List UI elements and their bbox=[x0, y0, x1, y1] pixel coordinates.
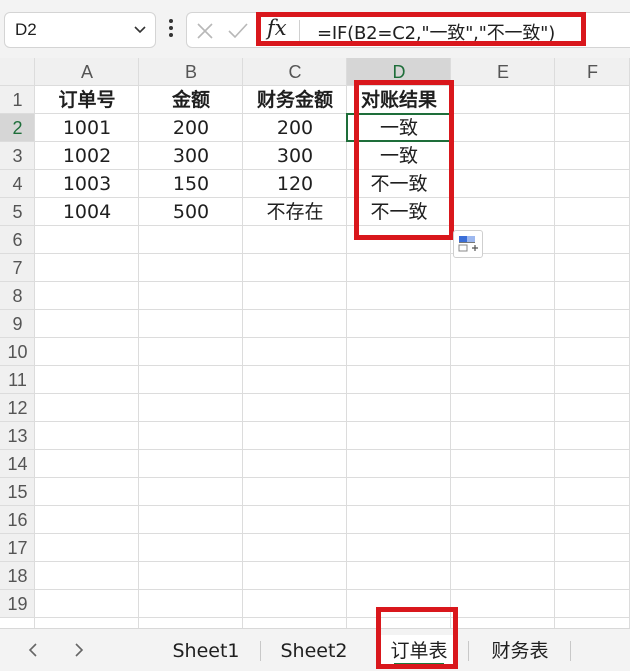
row-gridline bbox=[0, 449, 630, 450]
row-header-12[interactable]: 12 bbox=[0, 394, 35, 422]
cell-c2[interactable]: 200 bbox=[243, 114, 347, 142]
row-gridline bbox=[0, 505, 630, 506]
row-header-7[interactable]: 7 bbox=[0, 254, 35, 282]
tab-sheet1[interactable]: Sheet1 bbox=[160, 635, 252, 667]
cell-b5[interactable]: 500 bbox=[139, 198, 243, 226]
check-icon[interactable] bbox=[227, 21, 249, 41]
row-header-2[interactable]: 2 bbox=[0, 114, 35, 142]
cell-a1[interactable]: 订单号 bbox=[35, 86, 139, 114]
active-tab-highlight-box bbox=[376, 607, 458, 669]
column-header-f[interactable]: F bbox=[555, 58, 630, 86]
tab-label: 财务表 bbox=[491, 640, 549, 662]
sheet-tab-bar: Sheet1 Sheet2 订单表 财务表 bbox=[0, 628, 630, 671]
tab-finance-sheet[interactable]: 财务表 bbox=[476, 635, 564, 667]
row-header-19[interactable]: 19 bbox=[0, 590, 35, 618]
row-header-4[interactable]: 4 bbox=[0, 170, 35, 198]
chevron-right-icon[interactable] bbox=[72, 641, 86, 659]
cell-a4[interactable]: 1003 bbox=[35, 170, 139, 198]
row-header-9[interactable]: 9 bbox=[0, 310, 35, 338]
column-header-c[interactable]: C bbox=[243, 58, 347, 86]
tab-label: Sheet1 bbox=[172, 640, 240, 662]
row-header-14[interactable]: 14 bbox=[0, 450, 35, 478]
row-gridline bbox=[0, 365, 630, 366]
name-box-value: D2 bbox=[15, 20, 37, 39]
result-column-highlight-box bbox=[354, 80, 454, 240]
row-gridline bbox=[0, 309, 630, 310]
tab-separator bbox=[468, 641, 469, 661]
cell-b4[interactable]: 150 bbox=[139, 170, 243, 198]
column-header-a[interactable]: A bbox=[35, 58, 139, 86]
row-gridline bbox=[0, 337, 630, 338]
formula-highlight-box bbox=[256, 12, 586, 46]
row-gridline bbox=[0, 533, 630, 534]
chevron-down-icon[interactable] bbox=[133, 22, 147, 36]
column-gridline bbox=[554, 58, 555, 628]
cell-c3[interactable]: 300 bbox=[243, 142, 347, 170]
row-gridline bbox=[0, 477, 630, 478]
cancel-icon[interactable] bbox=[195, 21, 215, 41]
cell-c1[interactable]: 财务金额 bbox=[243, 86, 347, 114]
row-header-3[interactable]: 3 bbox=[0, 142, 35, 170]
row-header-13[interactable]: 13 bbox=[0, 422, 35, 450]
row-gridline bbox=[0, 253, 630, 254]
row-header-15[interactable]: 15 bbox=[0, 478, 35, 506]
row-header-8[interactable]: 8 bbox=[0, 282, 35, 310]
tab-separator bbox=[570, 641, 571, 661]
chevron-left-icon[interactable] bbox=[26, 641, 40, 659]
select-all-corner[interactable] bbox=[0, 58, 35, 86]
cell-a5[interactable]: 1004 bbox=[35, 198, 139, 226]
tab-separator bbox=[260, 641, 261, 661]
cell-c5[interactable]: 不存在 bbox=[243, 198, 347, 226]
row-gridline bbox=[0, 393, 630, 394]
cell-c4[interactable]: 120 bbox=[243, 170, 347, 198]
row-header-6[interactable]: 6 bbox=[0, 226, 35, 254]
tab-sheet2[interactable]: Sheet2 bbox=[268, 635, 360, 667]
cell-b3[interactable]: 300 bbox=[139, 142, 243, 170]
cell-a3[interactable]: 1002 bbox=[35, 142, 139, 170]
cell-b2[interactable]: 200 bbox=[139, 114, 243, 142]
cell-a2[interactable]: 1001 bbox=[35, 114, 139, 142]
tab-label: Sheet2 bbox=[280, 640, 348, 662]
row-header-17[interactable]: 17 bbox=[0, 534, 35, 562]
name-box[interactable]: D2 bbox=[4, 12, 156, 48]
spreadsheet-grid[interactable]: A B C D E F 1 2 3 4 5 6 7 8 9 10 11 12 13 14 15 16 17 18 19 订单号 金额… bbox=[0, 58, 630, 628]
cell-b1[interactable]: 金额 bbox=[139, 86, 243, 114]
row-header-5[interactable]: 5 bbox=[0, 198, 35, 226]
row-header-16[interactable]: 16 bbox=[0, 506, 35, 534]
column-header-b[interactable]: B bbox=[139, 58, 243, 86]
more-options-icon[interactable] bbox=[164, 16, 178, 40]
column-header-e[interactable]: E bbox=[451, 58, 555, 86]
row-header-10[interactable]: 10 bbox=[0, 338, 35, 366]
row-header-18[interactable]: 18 bbox=[0, 562, 35, 590]
row-gridline bbox=[0, 421, 630, 422]
quick-analysis-glyph bbox=[458, 236, 478, 252]
row-gridline bbox=[0, 589, 630, 590]
row-gridline bbox=[0, 281, 630, 282]
row-header-1[interactable]: 1 bbox=[0, 86, 35, 114]
row-header-11[interactable]: 11 bbox=[0, 366, 35, 394]
row-gridline bbox=[0, 617, 630, 618]
quick-analysis-icon[interactable] bbox=[453, 230, 483, 258]
row-gridline bbox=[0, 561, 630, 562]
